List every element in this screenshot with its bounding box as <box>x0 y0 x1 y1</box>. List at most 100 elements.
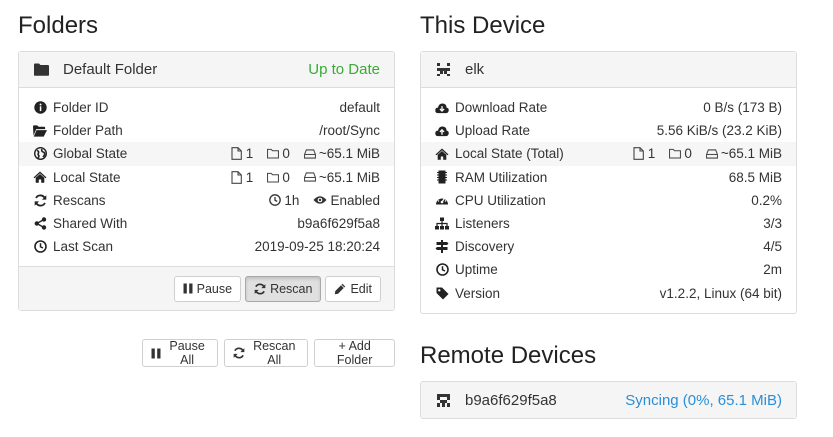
share-icon <box>33 217 47 231</box>
row-value: 2019-09-25 18:20:24 <box>254 239 380 255</box>
cloud-download-icon <box>435 101 449 115</box>
pause-all-button[interactable]: Pause All <box>142 339 219 367</box>
row-label: Shared With <box>53 216 128 232</box>
folder-outline-icon <box>669 147 682 160</box>
uptime-row: Uptime 2m <box>435 258 782 281</box>
this-device-header[interactable]: elk <box>421 52 796 88</box>
folder-actions: Pause All Rescan All + Add Folder <box>142 339 395 367</box>
rescan-interval: 1h <box>284 192 300 208</box>
row-label: Folder Path <box>53 123 123 139</box>
folder-panel-header[interactable]: Default Folder Up to Date <box>19 52 394 88</box>
local-size: ~65.1 MiB <box>318 169 380 185</box>
row-label: Local State (Total) <box>455 146 564 162</box>
device-name: elk <box>465 61 485 78</box>
pause-icon <box>183 283 193 294</box>
row-label: Rescans <box>53 192 106 208</box>
dashboard-icon <box>435 193 449 207</box>
discovery-row: Discovery 4/5 <box>435 235 782 258</box>
folders-heading: Folders <box>18 12 99 39</box>
row-label: Version <box>455 285 501 301</box>
folder-name: Default Folder <box>63 61 158 78</box>
watcher-status: Enabled <box>330 192 380 208</box>
row-label: CPU Utilization <box>455 192 546 208</box>
home-icon <box>33 170 47 184</box>
row-value: 0.2% <box>751 192 782 208</box>
row-value: 2m <box>763 262 782 278</box>
clock-icon <box>269 194 282 207</box>
device-identicon <box>435 62 451 78</box>
refresh-icon <box>33 193 47 207</box>
this-device-panel: elk Download Rate 0 B/s (173 B) Upload R… <box>420 51 797 314</box>
remote-device-panel: b9a6f629f5a8 Syncing (0%, 65.1 MiB) <box>420 381 797 419</box>
folder-status: Up to Date <box>308 61 380 78</box>
total-size: ~65.1 MiB <box>720 146 782 162</box>
clock-icon <box>435 263 449 277</box>
info-icon <box>33 101 47 115</box>
file-icon <box>633 147 645 161</box>
home-icon <box>435 147 449 161</box>
shared-with-row: Shared With b9a6f629f5a8 <box>33 212 380 235</box>
folder-panel-footer: Pause Rescan Edit <box>19 266 394 311</box>
sitemap-icon <box>435 217 449 231</box>
total-dirs-count: 0 <box>684 146 692 162</box>
row-value: v1.2.2, Linux (64 bit) <box>659 285 782 301</box>
row-label: Uptime <box>455 262 498 278</box>
pause-folder-button[interactable]: Pause <box>173 275 242 302</box>
add-folder-label: + Add Folder <box>336 339 373 367</box>
cpu-row: CPU Utilization 0.2% <box>435 189 782 212</box>
edit-label: Edit <box>350 281 372 296</box>
row-label: Global State <box>53 146 128 162</box>
rescan-all-label: Rescan All <box>253 339 296 367</box>
row-label: Discovery <box>455 239 515 255</box>
globe-icon <box>33 147 47 161</box>
folder-outline-icon <box>267 171 280 184</box>
remote-devices-heading: Remote Devices <box>420 342 597 369</box>
pause-icon <box>151 348 161 359</box>
folder-open-icon <box>33 124 47 138</box>
cloud-upload-icon <box>435 124 449 138</box>
download-rate-row: Download Rate 0 B/s (173 B) <box>435 96 782 119</box>
edit-folder-button[interactable]: Edit <box>325 275 381 302</box>
global-size: ~65.1 MiB <box>318 146 380 162</box>
row-label: Upload Rate <box>455 123 531 139</box>
folder-id-row: Folder ID default <box>33 96 380 119</box>
folder-icon <box>33 62 49 78</box>
folder-panel-default: Default Folder Up to Date Folder ID defa… <box>18 51 395 312</box>
rescan-folder-button[interactable]: Rescan <box>245 275 322 302</box>
file-icon <box>231 147 243 161</box>
global-dirs-count: 0 <box>282 146 290 162</box>
refresh-icon <box>233 347 245 359</box>
pencil-icon <box>334 283 346 295</box>
last-scan-row: Last Scan 2019-09-25 18:20:24 <box>33 235 380 258</box>
row-value: 68.5 MiB <box>728 169 782 185</box>
pause-all-label: Pause All <box>169 339 205 367</box>
rescan-label: Rescan <box>270 281 313 296</box>
listeners-row: Listeners 3/3 <box>435 212 782 235</box>
row-value: 1 0 ~65.1 MiB <box>633 146 782 161</box>
remote-device-status: Syncing (0%, 65.1 MiB) <box>625 391 782 409</box>
global-state-row: Global State 1 0 ~65.1 MiB <box>19 142 394 166</box>
row-label: Folder ID <box>53 100 109 116</box>
pause-label: Pause <box>196 281 233 296</box>
row-value: 0 B/s (173 B) <box>703 100 782 116</box>
ram-row: RAM Utilization 68.5 MiB <box>435 166 782 189</box>
local-dirs-count: 0 <box>282 169 290 185</box>
rescans-row: Rescans 1h Enabled <box>33 189 380 212</box>
hdd-icon <box>303 171 316 184</box>
row-value: 4/5 <box>763 239 782 255</box>
row-value: 1 0 ~65.1 MiB <box>231 146 380 161</box>
folder-path-row: Folder Path /root/Sync <box>33 119 380 142</box>
local-state-total-row: Local State (Total) 1 0 ~65.1 MiB <box>421 142 796 166</box>
folder-outline-icon <box>267 147 280 160</box>
local-state-row: Local State 1 0 ~65.1 MiB <box>33 166 380 189</box>
add-folder-button[interactable]: + Add Folder <box>314 339 395 367</box>
total-files-count: 1 <box>647 146 656 162</box>
row-label: RAM Utilization <box>455 169 548 185</box>
memory-icon <box>435 170 449 184</box>
folder-details: Folder ID default Folder Path /root/Sync… <box>19 88 394 266</box>
remote-device-header[interactable]: b9a6f629f5a8 Syncing (0%, 65.1 MiB) <box>421 382 796 418</box>
rescan-all-button[interactable]: Rescan All <box>224 339 309 367</box>
row-label: Local State <box>53 169 121 185</box>
row-label: Download Rate <box>455 100 548 116</box>
this-device-heading: This Device <box>420 12 546 39</box>
